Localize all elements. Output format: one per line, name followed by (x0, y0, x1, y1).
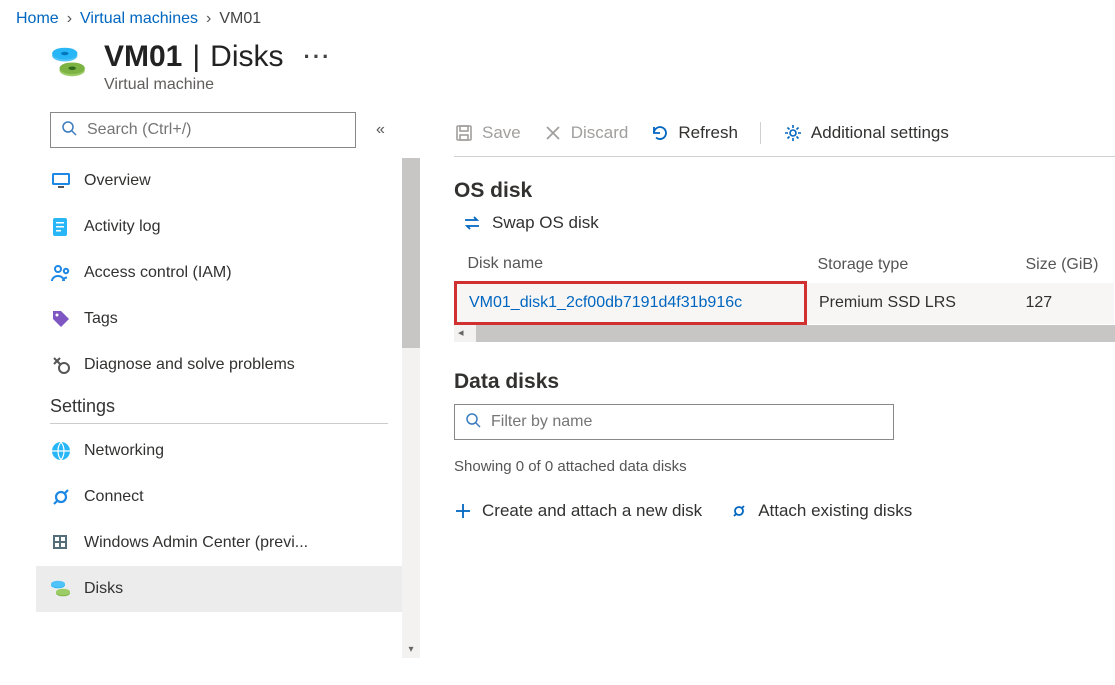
os-disk-table: Disk name Storage type Size (GiB) VM01_d… (454, 247, 1115, 325)
more-icon[interactable]: ··· (304, 44, 332, 70)
breadcrumb-vms[interactable]: Virtual machines (80, 10, 198, 28)
collapse-sidebar-icon[interactable]: « (376, 121, 385, 139)
sidebar-item-label: Diagnose and solve problems (84, 356, 295, 374)
col-disk-name[interactable]: Disk name (456, 247, 806, 283)
search-input[interactable] (85, 120, 345, 140)
disks-icon (50, 44, 88, 82)
refresh-button[interactable]: Refresh (650, 123, 738, 143)
action-label: Attach existing disks (758, 501, 912, 521)
breadcrumb-current: VM01 (219, 10, 261, 28)
page-subtitle: Virtual machine (104, 76, 420, 94)
data-disks-heading: Data disks (454, 370, 1115, 394)
sidebar-item-wac[interactable]: Windows Admin Center (previ... (36, 520, 402, 566)
cell-size: 127 (1014, 283, 1114, 324)
breadcrumb: Home › Virtual machines › VM01 (0, 0, 1115, 34)
toolbar: Save Discard Refresh Additional settings (454, 122, 1115, 157)
sidebar-item-access-control[interactable]: Access control (IAM) (36, 250, 402, 296)
disk-name-link[interactable]: VM01_disk1_2cf00db7191d4f31b916c (469, 294, 742, 311)
toolbar-label: Refresh (678, 123, 738, 143)
horizontal-scrollbar[interactable]: ◂ (454, 325, 1115, 342)
sidebar-item-label: Activity log (84, 218, 160, 236)
toolbar-label: Save (482, 123, 521, 143)
action-label: Create and attach a new disk (482, 501, 702, 521)
table-row[interactable]: VM01_disk1_2cf00db7191d4f31b916c Premium… (456, 283, 1114, 324)
toolbar-separator (760, 122, 761, 144)
chevron-right-icon: › (206, 10, 211, 28)
chevron-right-icon: › (67, 10, 72, 28)
sidebar-item-tags[interactable]: Tags (36, 296, 402, 342)
create-attach-disk-button[interactable]: Create and attach a new disk (454, 501, 702, 521)
divider (50, 423, 388, 424)
sidebar-item-label: Windows Admin Center (previ... (84, 534, 308, 552)
sidebar-search[interactable] (50, 112, 356, 148)
attach-existing-disks-button[interactable]: Attach existing disks (730, 501, 912, 521)
sidebar-item-label: Overview (84, 172, 151, 190)
search-icon (61, 120, 77, 140)
sidebar-item-diagnose[interactable]: Diagnose and solve problems (36, 342, 402, 388)
toolbar-label: Discard (571, 123, 629, 143)
connect-icon (50, 486, 72, 508)
col-storage-type[interactable]: Storage type (806, 247, 1014, 283)
sidebar-item-label: Connect (84, 488, 144, 506)
swap-os-disk-button[interactable]: Swap OS disk (462, 213, 1115, 233)
monitor-icon (50, 170, 72, 192)
search-icon (465, 412, 481, 432)
sidebar-scrollbar[interactable]: ▴ ▾ (402, 158, 420, 658)
sidebar-item-connect[interactable]: Connect (36, 474, 402, 520)
save-button[interactable]: Save (454, 123, 521, 143)
activity-log-icon (50, 216, 72, 238)
sidebar-item-label: Access control (IAM) (84, 264, 232, 282)
filter-input[interactable] (489, 412, 883, 432)
cell-storage: Premium SSD LRS (806, 283, 1014, 324)
data-disks-status: Showing 0 of 0 attached data disks (454, 458, 1115, 475)
os-disk-heading: OS disk (454, 179, 1115, 203)
windows-admin-icon (50, 532, 72, 554)
col-size[interactable]: Size (GiB) (1014, 247, 1114, 283)
scroll-down-icon[interactable]: ▾ (402, 640, 420, 658)
sidebar-item-label: Networking (84, 442, 164, 460)
swap-label: Swap OS disk (492, 213, 599, 233)
page-title: VM01 | Disks ··· (104, 40, 420, 74)
sidebar-item-label: Tags (84, 310, 118, 328)
additional-settings-button[interactable]: Additional settings (783, 123, 949, 143)
diagnose-icon (50, 354, 72, 376)
tag-icon (50, 308, 72, 330)
breadcrumb-current-link[interactable]: VM01 (219, 10, 261, 27)
page-title-name: VM01 (104, 40, 182, 74)
discard-button[interactable]: Discard (543, 123, 629, 143)
breadcrumb-home[interactable]: Home (16, 10, 59, 28)
sidebar-item-overview[interactable]: Overview (36, 158, 402, 204)
page-title-block: VM01 | Disks ··· Virtual machine (36, 34, 420, 112)
access-control-icon (50, 262, 72, 284)
page-title-page: Disks (210, 40, 283, 74)
sidebar-section-settings: Settings (36, 388, 402, 417)
sidebar-item-networking[interactable]: Networking (36, 428, 402, 474)
toolbar-label: Additional settings (811, 123, 949, 143)
sidebar-item-activity-log[interactable]: Activity log (36, 204, 402, 250)
filter-box[interactable] (454, 404, 894, 440)
sidebar-item-disks[interactable]: Disks (36, 566, 402, 612)
scrollbar-thumb[interactable] (402, 158, 420, 348)
networking-icon (50, 440, 72, 462)
disks-icon (50, 578, 72, 600)
sidebar-item-label: Disks (84, 580, 123, 598)
